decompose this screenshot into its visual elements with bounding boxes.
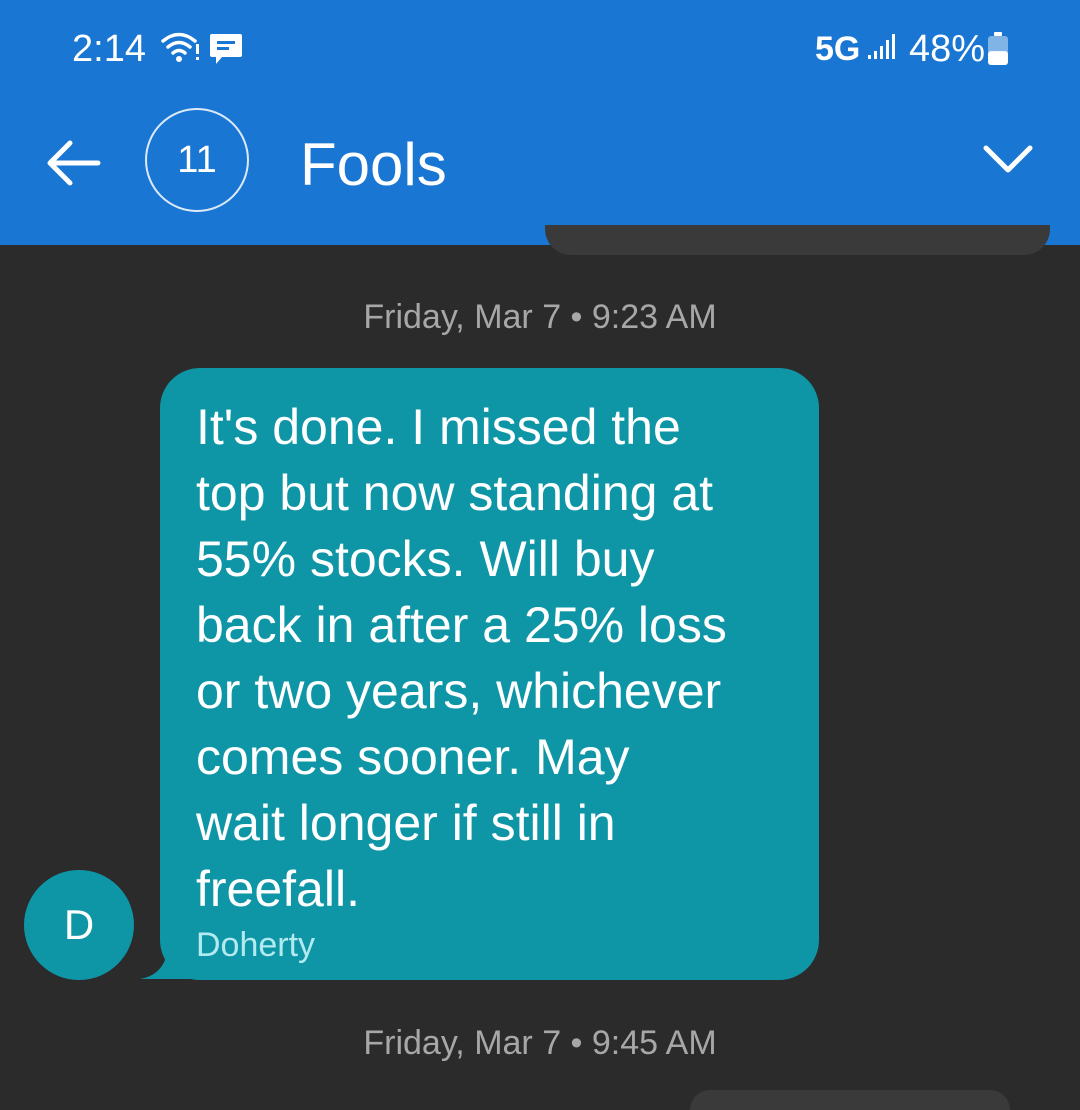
participant-count-badge[interactable]: 11 bbox=[145, 108, 249, 212]
next-message-bubble bbox=[690, 1090, 1010, 1110]
battery-percent: 48% bbox=[909, 28, 986, 70]
wifi-icon bbox=[160, 30, 202, 69]
back-button[interactable] bbox=[44, 138, 104, 188]
back-arrow-icon bbox=[47, 140, 101, 186]
message-bubble[interactable]: It's done. I missed the top but now stan… bbox=[160, 368, 819, 980]
signal-icon bbox=[866, 33, 900, 66]
chevron-down-icon bbox=[983, 145, 1033, 173]
message-timestamp: Friday, Mar 7 • 9:23 AM bbox=[363, 298, 717, 336]
message-sender: Doherty bbox=[196, 926, 316, 964]
message-text: It's done. I missed the top but now stan… bbox=[196, 399, 727, 917]
conversation-header: 11 Fools bbox=[0, 100, 1080, 245]
conversation-title[interactable]: Fools bbox=[300, 130, 447, 199]
app-bar: 2:14 5G 48% 11 Fools bbox=[0, 0, 1080, 245]
avatar[interactable]: D bbox=[24, 870, 134, 980]
previous-message-bubble bbox=[545, 225, 1050, 255]
network-type: 5G bbox=[815, 30, 861, 68]
message-notification-icon bbox=[208, 31, 244, 72]
status-time: 2:14 bbox=[72, 28, 146, 70]
expand-button[interactable] bbox=[980, 140, 1036, 180]
battery-icon bbox=[986, 32, 1010, 71]
message-timestamp: Friday, Mar 7 • 9:45 AM bbox=[363, 1024, 717, 1062]
status-bar: 2:14 5G 48% bbox=[0, 0, 1080, 100]
